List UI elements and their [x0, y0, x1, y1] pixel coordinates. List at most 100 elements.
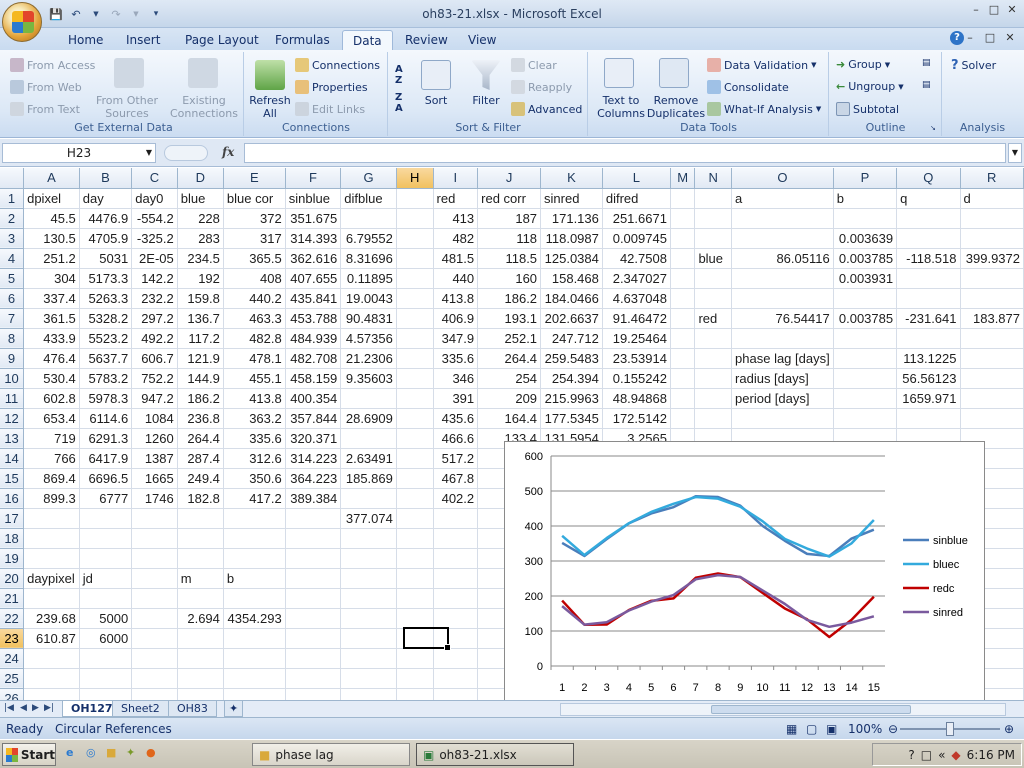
cell[interactable]: 317 — [223, 228, 286, 249]
cell[interactable]: 2E-05 — [131, 248, 178, 269]
sort-descending-button[interactable]: ZA — [395, 92, 403, 114]
cell[interactable] — [79, 528, 133, 549]
shield-icon[interactable]: ◆ — [951, 748, 960, 762]
cell[interactable] — [833, 368, 898, 389]
formula-input[interactable] — [244, 143, 1006, 163]
cell[interactable]: 5031 — [79, 248, 133, 269]
horizontal-scrollbar[interactable] — [560, 703, 1006, 716]
cell[interactable]: b — [223, 568, 286, 589]
cell[interactable] — [223, 508, 286, 529]
connections-button[interactable]: Connections — [295, 58, 380, 72]
cell[interactable]: 254.394 — [540, 368, 603, 389]
consolidate-button[interactable]: Consolidate — [707, 80, 789, 94]
cell[interactable]: 5263.3 — [79, 288, 133, 309]
cell[interactable] — [131, 508, 178, 529]
cell[interactable] — [396, 468, 434, 489]
cell[interactable]: 407.655 — [285, 268, 342, 289]
firefox-icon[interactable]: ● — [146, 746, 156, 759]
cell[interactable]: 19.25464 — [602, 328, 671, 349]
cell[interactable] — [340, 668, 397, 689]
cell[interactable] — [23, 528, 80, 549]
cell[interactable]: 478.1 — [223, 348, 286, 369]
cell[interactable] — [131, 648, 178, 669]
cell[interactable]: q — [896, 188, 961, 209]
prev-sheet-icon[interactable]: ◀ — [20, 703, 27, 713]
cell[interactable]: 144.9 — [177, 368, 224, 389]
cell[interactable]: 142.2 — [131, 268, 178, 289]
column-header[interactable]: E — [223, 168, 286, 189]
close-icon[interactable]: ✕ — [1004, 3, 1020, 17]
cell[interactable] — [396, 568, 434, 589]
cell[interactable] — [670, 248, 696, 269]
cell[interactable] — [177, 588, 224, 609]
cell[interactable] — [731, 208, 834, 229]
folder-icon[interactable]: ■ — [106, 746, 116, 759]
cell[interactable]: -325.2 — [131, 228, 178, 249]
cell[interactable] — [23, 548, 80, 569]
cell[interactable]: 158.468 — [540, 268, 603, 289]
cell[interactable]: 314.393 — [285, 228, 342, 249]
minimize-icon[interactable]: – — [968, 3, 984, 17]
cell[interactable]: 4705.9 — [79, 228, 133, 249]
maximize-icon[interactable]: □ — [986, 3, 1002, 17]
cell[interactable]: 202.6637 — [540, 308, 603, 329]
row-header[interactable]: 3 — [0, 228, 25, 249]
row-header[interactable]: 9 — [0, 348, 25, 369]
cell[interactable] — [670, 228, 696, 249]
cell[interactable] — [833, 328, 898, 349]
tab-data[interactable]: Data — [342, 30, 393, 50]
column-header[interactable]: A — [23, 168, 80, 189]
cell[interactable] — [396, 208, 434, 229]
cell[interactable]: 606.7 — [131, 348, 178, 369]
cell[interactable]: 304 — [23, 268, 80, 289]
cell[interactable]: 517.2 — [433, 448, 479, 469]
office-button[interactable] — [2, 2, 42, 42]
cell[interactable] — [833, 348, 898, 369]
cell[interactable] — [285, 608, 342, 629]
column-header[interactable]: I — [433, 168, 479, 189]
cell[interactable] — [340, 568, 397, 589]
existing-connections-button[interactable]: Existing Connections — [166, 94, 242, 120]
dialog-launcher-icon[interactable]: ↘ — [930, 124, 936, 132]
cell[interactable] — [340, 388, 397, 409]
cell[interactable]: 6696.5 — [79, 468, 133, 489]
cell[interactable]: 435.6 — [433, 408, 479, 429]
last-sheet-icon[interactable]: ▶| — [44, 703, 54, 713]
column-header[interactable]: C — [131, 168, 178, 189]
ie-icon[interactable]: e — [66, 746, 73, 759]
cell[interactable] — [833, 288, 898, 309]
cell[interactable]: radius [days] — [731, 368, 834, 389]
cell[interactable] — [670, 308, 696, 329]
cell[interactable] — [670, 348, 696, 369]
cell[interactable] — [433, 548, 479, 569]
cell[interactable]: 209 — [477, 388, 542, 409]
row-header[interactable]: 7 — [0, 308, 25, 329]
tab-insert[interactable]: Insert — [116, 30, 170, 50]
cell[interactable]: 1659.971 — [896, 388, 961, 409]
from-text-button[interactable]: From Text — [10, 102, 80, 116]
reapply-button[interactable]: Reapply — [511, 80, 572, 94]
tab-view[interactable]: View — [458, 30, 506, 50]
cell[interactable] — [79, 548, 133, 569]
name-box-dropdown-icon[interactable]: ▼ — [146, 148, 152, 157]
cell[interactable]: 6.79552 — [340, 228, 397, 249]
cell[interactable] — [340, 628, 397, 649]
cell[interactable]: 228 — [177, 208, 224, 229]
cell[interactable] — [79, 668, 133, 689]
cell[interactable]: 482 — [433, 228, 479, 249]
cell[interactable]: 476.4 — [23, 348, 80, 369]
cell[interactable] — [177, 628, 224, 649]
formula-bar-resize-handle[interactable] — [164, 145, 208, 161]
cell[interactable] — [694, 368, 733, 389]
cell[interactable] — [396, 288, 434, 309]
cell[interactable] — [433, 648, 479, 669]
cell[interactable]: 377.074 — [340, 508, 397, 529]
cell[interactable]: 347.9 — [433, 328, 479, 349]
cell[interactable]: 76.54417 — [731, 308, 834, 329]
cell[interactable]: 287.4 — [177, 448, 224, 469]
row-header[interactable]: 14 — [0, 448, 25, 469]
cell[interactable] — [177, 648, 224, 669]
cell[interactable]: period [days] — [731, 388, 834, 409]
cell[interactable] — [285, 568, 342, 589]
cell[interactable] — [960, 388, 1024, 409]
